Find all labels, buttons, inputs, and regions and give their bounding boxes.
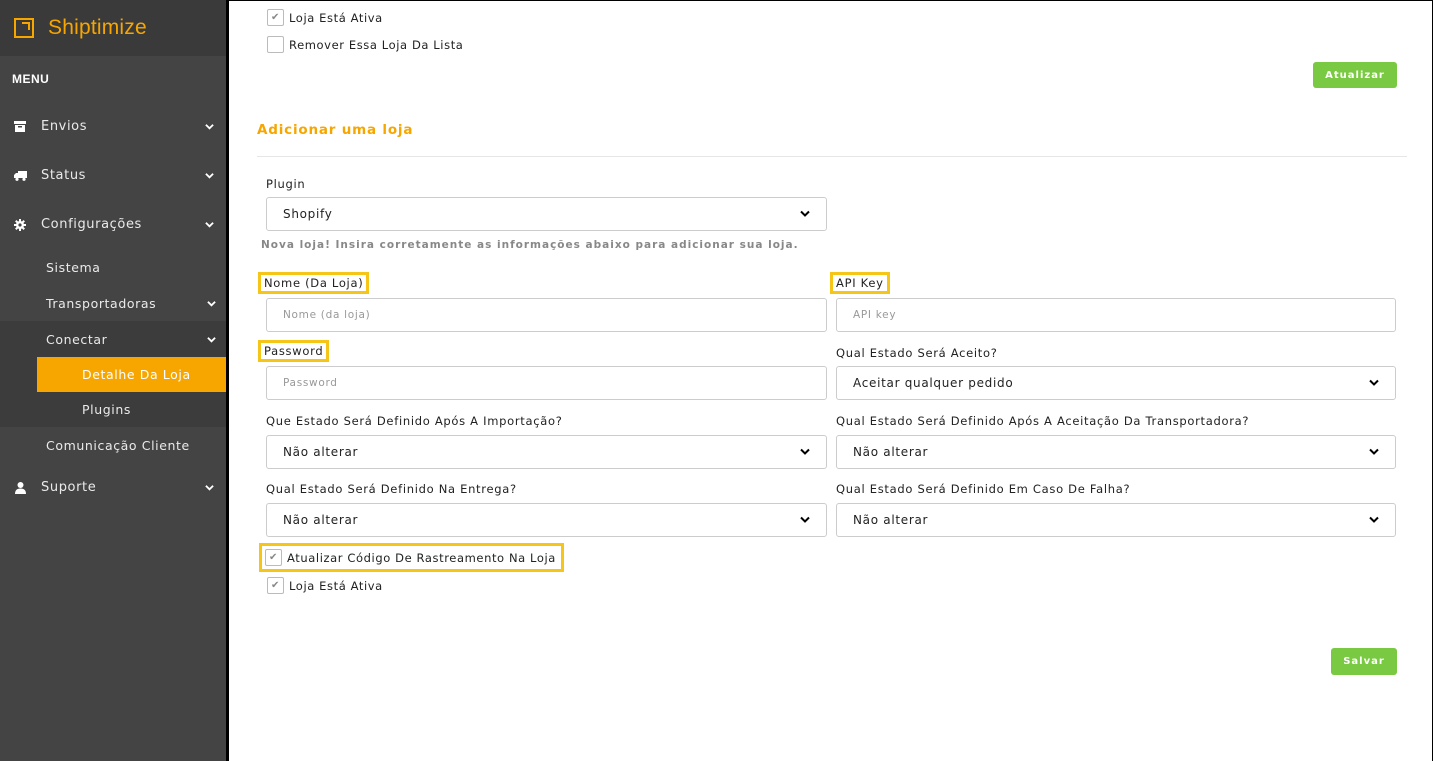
chevron-down-icon (800, 210, 810, 217)
sidebar-item-suporte[interactable]: Suporte (0, 463, 228, 512)
accepted-state-value: Aceitar qualquer pedido (853, 376, 1014, 390)
password-input[interactable]: Password (266, 366, 827, 400)
user-icon (13, 481, 27, 495)
api-key-label-text: API Key (830, 272, 890, 294)
sidebar-item-label: Suporte (41, 480, 97, 495)
section-divider (257, 156, 1407, 157)
sidebar-item-label: Conectar (46, 331, 108, 347)
top-active-row: ✔ Loja Está Ativa (267, 9, 383, 26)
sidebar-item-configuracoes[interactable]: Configurações (0, 200, 228, 249)
add-store-title: Adicionar uma loja (257, 122, 414, 138)
chevron-down-icon (205, 124, 214, 130)
store-name-input[interactable]: Nome (da loja) (266, 298, 827, 332)
main-content: ✔ Loja Está Ativa Remover Essa Loja Da L… (229, 0, 1432, 761)
sidebar-item-label: Transportadoras (46, 295, 157, 311)
sidebar-item-plugins[interactable]: Plugins (0, 392, 228, 427)
accepted-state-select[interactable]: Aceitar qualquer pedido (836, 366, 1396, 400)
logo[interactable]: Shiptimize (0, 0, 228, 56)
sidebar-item-label: Status (41, 168, 87, 183)
sidebar-item-label: Envios (41, 119, 88, 134)
new-store-hint: Nova loja! Insira corretamente as inform… (261, 239, 799, 251)
chevron-down-icon (1369, 379, 1379, 386)
sidebar-item-label: Comunicação Cliente (46, 437, 190, 453)
remove-store-checkbox[interactable] (267, 36, 284, 53)
store-active-label: Loja Está Ativa (289, 578, 383, 593)
update-tracking-label: Atualizar Código De Rastreamento Na Loja (287, 550, 556, 565)
chevron-down-icon (1369, 448, 1379, 455)
update-tracking-checkbox[interactable]: ✔ (265, 549, 282, 566)
sidebar-item-transportadoras[interactable]: Transportadoras (0, 285, 228, 321)
chevron-down-icon (800, 516, 810, 523)
sidebar-item-label: Sistema (46, 259, 101, 275)
sidebar: Shiptimize MENU Envios Status Configuraç… (0, 0, 228, 761)
after-carrier-select[interactable]: Não alterar (836, 435, 1396, 469)
after-carrier-label: Qual Estado Será Definido Após A Aceitaç… (836, 414, 1250, 428)
brand-name: Shiptimize (48, 16, 147, 39)
save-button[interactable]: Salvar (1331, 648, 1397, 675)
chevron-down-icon (205, 485, 214, 491)
sidebar-item-detalhe-da-loja[interactable]: Detalhe Da Loja (37, 357, 226, 392)
remove-store-label: Remover Essa Loja Da Lista (289, 37, 464, 52)
sidebar-item-comunicacao-cliente[interactable]: Comunicação Cliente (0, 427, 228, 463)
chevron-down-icon (1369, 516, 1379, 523)
chevron-down-icon (207, 336, 216, 343)
after-import-select[interactable]: Não alterar (266, 435, 827, 469)
password-label: Password (257, 340, 330, 362)
after-import-label: Que Estado Será Definido Após A Importaç… (266, 414, 563, 428)
sidebar-item-sistema[interactable]: Sistema (0, 249, 228, 285)
logo-icon (14, 18, 34, 38)
api-key-input[interactable]: API key (836, 298, 1396, 332)
plugin-select-value: Shopify (283, 207, 333, 221)
api-key-label: API Key (830, 272, 890, 294)
plugin-label: Plugin (266, 177, 306, 191)
truck-icon (13, 169, 27, 183)
archive-icon (13, 120, 27, 134)
chevron-down-icon (205, 173, 214, 179)
conectar-group: Conectar Detalhe Da Loja Plugins (0, 321, 228, 427)
update-button[interactable]: Atualizar (1313, 62, 1397, 88)
password-placeholder: Password (283, 377, 338, 389)
password-label-text: Password (257, 340, 330, 362)
api-key-placeholder: API key (853, 309, 897, 321)
on-delivery-select[interactable]: Não alterar (266, 503, 827, 537)
after-import-value: Não alterar (283, 445, 359, 459)
accepted-state-label: Qual Estado Será Aceito? (836, 346, 998, 360)
chevron-down-icon (207, 300, 216, 307)
store-name-label: Nome (Da Loja) (257, 272, 370, 294)
store-active-row: ✔ Loja Está Ativa (267, 577, 383, 594)
sidebar-item-envios[interactable]: Envios (0, 102, 228, 151)
plugin-select[interactable]: Shopify (266, 197, 827, 231)
update-tracking-row: ✔ Atualizar Código De Rastreamento Na Lo… (259, 543, 564, 572)
remove-store-row: Remover Essa Loja Da Lista (267, 36, 463, 53)
on-failure-value: Não alterar (853, 513, 929, 527)
on-delivery-label: Qual Estado Será Definido Na Entrega? (266, 482, 517, 496)
chevron-down-icon (205, 222, 214, 228)
on-failure-label: Qual Estado Será Definido Em Caso De Fal… (836, 482, 1131, 496)
sidebar-item-label: Configurações (41, 217, 142, 232)
sidebar-item-conectar[interactable]: Conectar (0, 321, 228, 357)
after-carrier-value: Não alterar (853, 445, 929, 459)
store-active-checkbox[interactable]: ✔ (267, 577, 284, 594)
top-active-label: Loja Está Ativa (289, 10, 383, 25)
sidebar-item-status[interactable]: Status (0, 151, 228, 200)
menu-label: MENU (12, 72, 50, 86)
store-name-placeholder: Nome (da loja) (283, 309, 371, 321)
on-failure-select[interactable]: Não alterar (836, 503, 1396, 537)
gear-icon (13, 218, 27, 232)
store-name-label-text: Nome (Da Loja) (257, 272, 370, 294)
on-delivery-value: Não alterar (283, 513, 359, 527)
top-active-checkbox[interactable]: ✔ (267, 9, 284, 26)
chevron-down-icon (800, 448, 810, 455)
